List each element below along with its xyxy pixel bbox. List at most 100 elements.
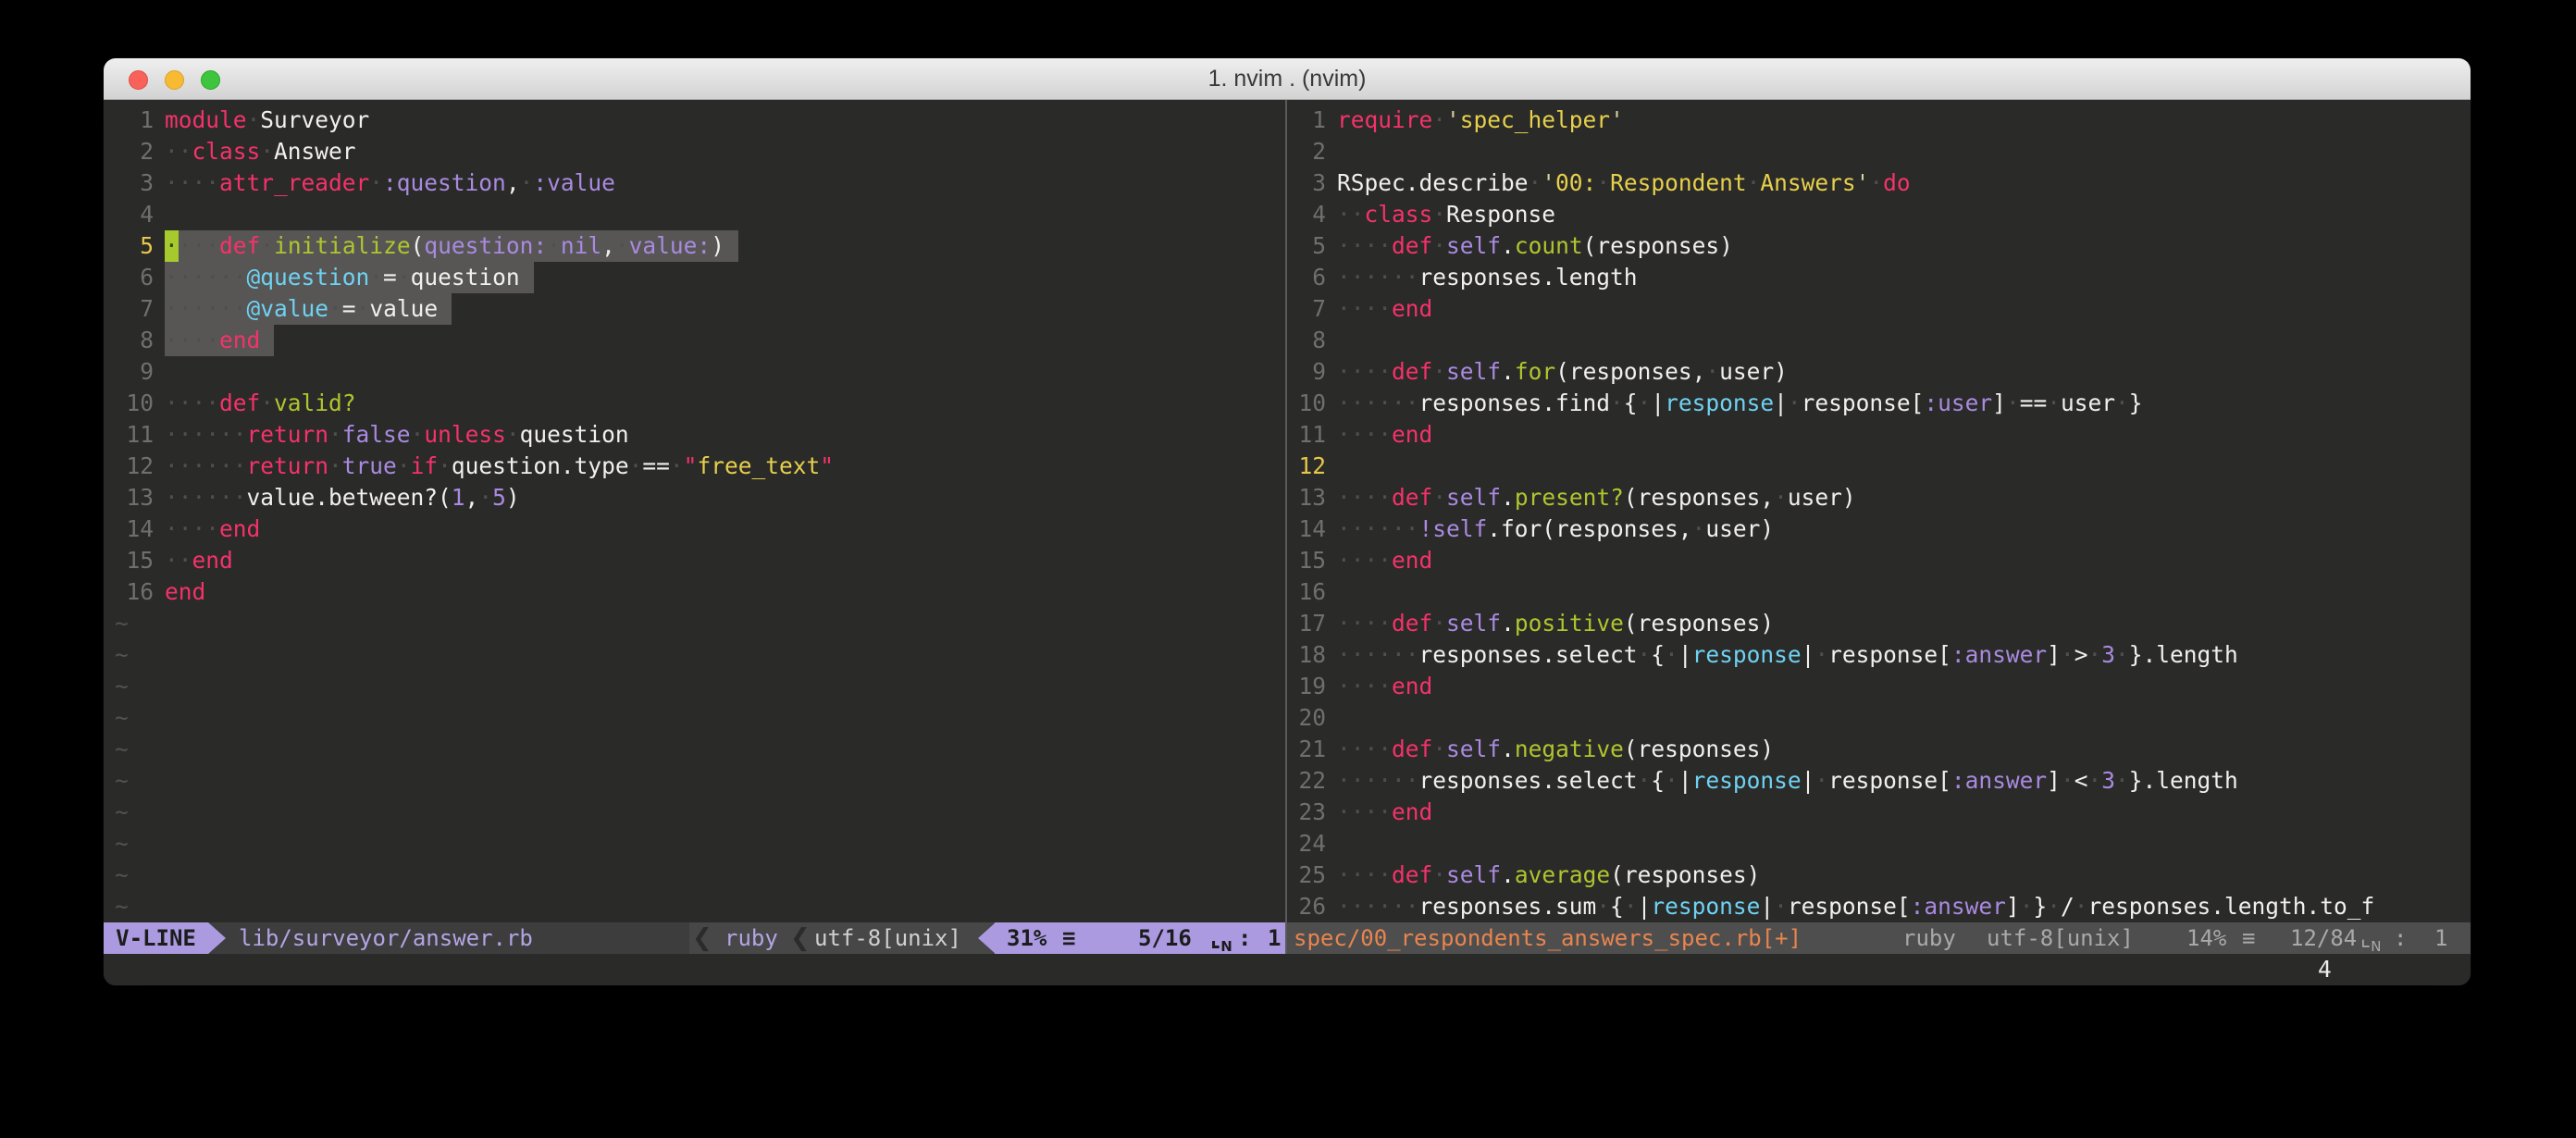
code-line[interactable]: 6······@question·=·question bbox=[104, 262, 1285, 293]
code-line[interactable]: 14······!self.for(responses,·user) bbox=[1287, 513, 2471, 545]
line-number: 15 bbox=[104, 545, 154, 576]
code-line[interactable]: 1module·Surveyor bbox=[104, 105, 1285, 136]
scroll-percent: 14% bbox=[2186, 922, 2226, 954]
code-line[interactable]: 17····def·self.positive(responses) bbox=[1287, 608, 2471, 639]
code-line[interactable]: 9····def·self.for(responses,·user) bbox=[1287, 356, 2471, 388]
empty-buffer-line: ~ bbox=[104, 891, 1285, 922]
empty-buffer-line: ~ bbox=[104, 639, 1285, 671]
line-number: 12 bbox=[1287, 451, 1326, 482]
line-number: 10 bbox=[104, 388, 154, 419]
code-line[interactable]: 23····end bbox=[1287, 797, 2471, 828]
code-line[interactable]: 25····def·self.average(responses) bbox=[1287, 860, 2471, 891]
line-number: 2 bbox=[1287, 136, 1326, 167]
window-titlebar[interactable]: 1. nvim . (nvim) bbox=[104, 58, 2471, 100]
code-line[interactable]: 1require·'spec_helper' bbox=[1287, 105, 2471, 136]
code-line[interactable]: 4··class·Response bbox=[1287, 199, 2471, 230]
empty-buffer-line: ~ bbox=[104, 734, 1285, 765]
code-line[interactable]: 24 bbox=[1287, 828, 2471, 860]
line-number: 4 bbox=[104, 199, 154, 230]
line-number: 7 bbox=[1287, 293, 1326, 325]
code-line[interactable]: 19····end bbox=[1287, 671, 2471, 702]
code-line[interactable]: 3RSpec.describe·'00:·Respondent·Answers'… bbox=[1287, 167, 2471, 199]
editor-split-view: 1module·Surveyor2··class·Answer3····attr… bbox=[104, 100, 2471, 954]
line-number: 11 bbox=[1287, 419, 1326, 451]
line-number: 5 bbox=[1287, 230, 1326, 262]
line-number: 10 bbox=[1287, 388, 1326, 419]
cursor-column: 1 bbox=[1268, 922, 1281, 954]
code-line[interactable]: 2 bbox=[1287, 136, 2471, 167]
line-number: 8 bbox=[104, 325, 154, 356]
code-line[interactable]: 6······responses.length bbox=[1287, 262, 2471, 293]
pending-command-count: 4 bbox=[2318, 954, 2332, 985]
code-line[interactable]: 26······responses.sum·{·|response|·respo… bbox=[1287, 891, 2471, 922]
code-line[interactable]: 18······responses.select·{·|response|·re… bbox=[1287, 639, 2471, 671]
inactive-file-name: spec/00_respondents_answers_spec.rb[+] bbox=[1294, 922, 1802, 954]
code-line[interactable]: 16end bbox=[104, 576, 1285, 608]
code-line[interactable]: 7····end bbox=[1287, 293, 2471, 325]
empty-buffer-line: ~ bbox=[104, 797, 1285, 828]
code-line[interactable]: 12······return·true·if·question.type·==·… bbox=[104, 451, 1285, 482]
code-line[interactable]: 11······return·false·unless·question bbox=[104, 419, 1285, 451]
code-line[interactable]: 15····end bbox=[1287, 545, 2471, 576]
code-line[interactable]: 4 bbox=[104, 199, 1285, 230]
code-line[interactable]: 8 ····end bbox=[104, 325, 1285, 356]
code-line[interactable]: 14····end bbox=[104, 513, 1285, 545]
code-line[interactable]: 7 ······@value·=·value bbox=[104, 293, 1285, 325]
code-line[interactable]: 2··class·Answer bbox=[104, 136, 1285, 167]
code-line[interactable]: 8 bbox=[1287, 325, 2471, 356]
line-number: 18 bbox=[1287, 639, 1326, 671]
line-number: 15 bbox=[1287, 545, 1326, 576]
line-number: 3 bbox=[104, 167, 154, 199]
line-number: 21 bbox=[1287, 734, 1326, 765]
command-line[interactable]: 4 bbox=[104, 954, 2471, 985]
code-line[interactable]: 15··end bbox=[104, 545, 1285, 576]
line-number: 3 bbox=[1287, 167, 1326, 199]
code-line[interactable]: 9 bbox=[104, 356, 1285, 388]
line-number: 13 bbox=[1287, 482, 1326, 513]
line-number: 9 bbox=[104, 356, 154, 388]
code-line[interactable]: 13····def·self.present?(responses,·user) bbox=[1287, 482, 2471, 513]
code-line[interactable]: 10······responses.find·{·|response|·resp… bbox=[1287, 388, 2471, 419]
code-line[interactable]: 11····end bbox=[1287, 419, 2471, 451]
code-line[interactable]: 20 bbox=[1287, 702, 2471, 734]
empty-buffer-line: ~ bbox=[104, 671, 1285, 702]
cursor-block: · bbox=[165, 230, 179, 262]
code-line[interactable]: 10····def·valid? bbox=[104, 388, 1285, 419]
left-editor-pane[interactable]: 1module·Surveyor2··class·Answer3····attr… bbox=[104, 100, 1285, 954]
code-line[interactable]: 5····def·initialize(question:·nil,·value… bbox=[104, 230, 1285, 262]
empty-buffer-line: ~ bbox=[104, 828, 1285, 860]
code-line[interactable]: 21····def·self.negative(responses) bbox=[1287, 734, 2471, 765]
line-number: 23 bbox=[1287, 797, 1326, 828]
empty-buffer-line: ~ bbox=[104, 702, 1285, 734]
line-number: 25 bbox=[1287, 860, 1326, 891]
line-number: 26 bbox=[1287, 891, 1326, 922]
empty-buffer-line: ~ bbox=[104, 860, 1285, 891]
visual-selection: ······@value·=·value bbox=[165, 293, 438, 325]
line-number: 16 bbox=[1287, 576, 1326, 608]
line-number: 4 bbox=[1287, 199, 1326, 230]
line-number: 7 bbox=[104, 293, 154, 325]
line-number: 17 bbox=[1287, 608, 1326, 639]
code-line[interactable]: 12 bbox=[1287, 451, 2471, 482]
powerline-arrow-icon bbox=[208, 922, 226, 954]
line-number: 2 bbox=[104, 136, 154, 167]
visual-selection: ····end bbox=[165, 325, 260, 356]
right-editor-pane[interactable]: 1require·'spec_helper'23RSpec.describe·'… bbox=[1287, 100, 2471, 954]
line-number: 14 bbox=[1287, 513, 1326, 545]
cursor-line-position: 12/84 bbox=[2290, 922, 2357, 954]
right-code-area[interactable]: 1require·'spec_helper'23RSpec.describe·'… bbox=[1287, 105, 2471, 922]
encoding-indicator: utf-8[unix] bbox=[1987, 922, 2134, 954]
code-line[interactable]: 16 bbox=[1287, 576, 2471, 608]
line-number: 20 bbox=[1287, 702, 1326, 734]
window-title: 1. nvim . (nvim) bbox=[104, 58, 2471, 99]
active-file-name: lib/surveyor/answer.rb bbox=[239, 922, 533, 954]
line-number: 6 bbox=[104, 262, 154, 293]
code-line[interactable]: 13······value.between?(1,·5) bbox=[104, 482, 1285, 513]
left-code-area[interactable]: 1module·Surveyor2··class·Answer3····attr… bbox=[104, 105, 1285, 922]
code-line[interactable]: 3····attr_reader·:question,·:value bbox=[104, 167, 1285, 199]
code-line[interactable]: 5····def·self.count(responses) bbox=[1287, 230, 2471, 262]
line-number: 6 bbox=[1287, 262, 1326, 293]
code-line[interactable]: 22······responses.select·{·|response|·re… bbox=[1287, 765, 2471, 797]
line-number: 9 bbox=[1287, 356, 1326, 388]
mode-indicator: V-LINE bbox=[104, 922, 208, 954]
